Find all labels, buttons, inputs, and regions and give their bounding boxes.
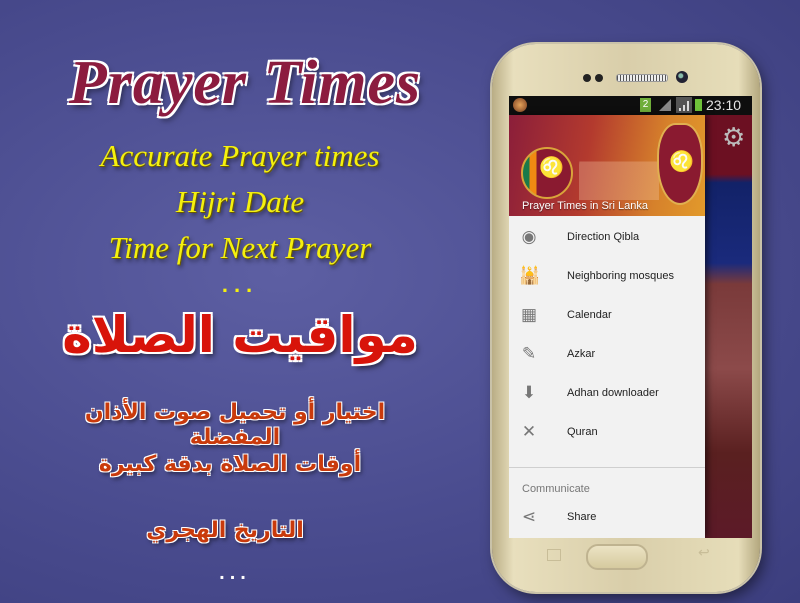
lion-icon: ♌ [539, 157, 564, 179]
phone-screen: 2 23:10 ⚙ ♌ ♌ Prayer Times in Sri Lanka … [509, 96, 752, 538]
drawer-item-quran[interactable]: ✕ Quran [509, 414, 705, 453]
status-time: 23:10 [706, 97, 742, 113]
promo-panel: Prayer Times Accurate Prayer times Hijri… [0, 0, 480, 603]
app-notification-icon [513, 98, 527, 112]
recent-apps-button[interactable] [547, 549, 561, 561]
drawer-item-label: Direction Qibla [567, 231, 640, 243]
promo-title-arabic: مواقيت الصلاة [62, 306, 418, 364]
drawer-item-direction-qibla[interactable]: ◉ Direction Qibla [509, 219, 705, 258]
back-button[interactable]: ↩ [698, 544, 710, 561]
status-bar: 2 23:10 [509, 96, 752, 115]
promo-feature-arabic-2: أوقات الصلاة بدقة كبيرة [98, 452, 362, 477]
home-button[interactable] [586, 544, 648, 570]
cell-signal-icon [676, 97, 692, 113]
drawer-item-label: Azkar [567, 348, 596, 360]
drawer-section-communicate: Communicate [522, 483, 590, 495]
mosque-icon: 🕌 [519, 266, 541, 285]
drawer-header-title: Prayer Times in Sri Lanka [522, 200, 648, 212]
promo-feature-arabic-3: التاريخ الهجري [146, 518, 304, 543]
navigation-drawer: ♌ ♌ Prayer Times in Sri Lanka ◉ Directio… [509, 115, 705, 538]
quran-icon: ✕ [521, 422, 537, 441]
sensor-icon [583, 74, 591, 82]
promo-ellipsis-english: ... [221, 272, 259, 297]
drawer-item-label: Adhan downloader [567, 387, 659, 399]
azkar-icon: ✎ [521, 344, 537, 363]
drawer-item-label: Quran [567, 426, 598, 438]
building-illustration [579, 145, 659, 200]
promo-feature-1: Accurate Prayer times [100, 138, 380, 173]
front-camera-icon [676, 71, 688, 83]
drawer-item-label: Share [567, 511, 597, 523]
sensor-icon [595, 74, 603, 82]
drawer-header: ♌ ♌ Prayer Times in Sri Lanka [509, 115, 705, 216]
speaker-grille [616, 74, 668, 82]
download-icon: ⬇ [521, 383, 537, 402]
app-background [705, 115, 752, 538]
share-icon: ⋖ [521, 507, 537, 526]
drawer-item-label: Neighboring mosques [567, 270, 675, 282]
drawer-divider [509, 467, 705, 468]
promo-feature-2: Hijri Date [175, 184, 305, 219]
promo-ellipsis-arabic: ... [219, 562, 251, 584]
drawer-item-neighboring-mosques[interactable]: 🕌 Neighboring mosques [509, 258, 705, 297]
drawer-item-label: Calendar [567, 309, 612, 321]
sri-lanka-map-icon: ♌ [657, 123, 703, 205]
drawer-item-share[interactable]: ⋖ Share [509, 499, 705, 538]
compass-icon: ◉ [521, 227, 537, 246]
promo-feature-arabic-1: اختيار أو تحميل صوت الأذان المفضلة [84, 400, 386, 450]
calendar-icon: ▦ [520, 305, 538, 324]
signal-icon [659, 99, 671, 111]
battery-charging-icon [695, 99, 702, 111]
drawer-item-azkar[interactable]: ✎ Azkar [509, 336, 705, 375]
drawer-item-calendar[interactable]: ▦ Calendar [509, 297, 705, 336]
promo-feature-3: Time for Next Prayer [108, 230, 372, 265]
drawer-item-adhan-downloader[interactable]: ⬇ Adhan downloader [509, 375, 705, 414]
promo-title-english: Prayer Times [68, 49, 422, 117]
phone-mockup: 2 23:10 ⚙ ♌ ♌ Prayer Times in Sri Lanka … [492, 44, 760, 592]
settings-gear-icon[interactable]: ⚙ [722, 122, 745, 153]
sim-indicator: 2 [640, 98, 651, 112]
